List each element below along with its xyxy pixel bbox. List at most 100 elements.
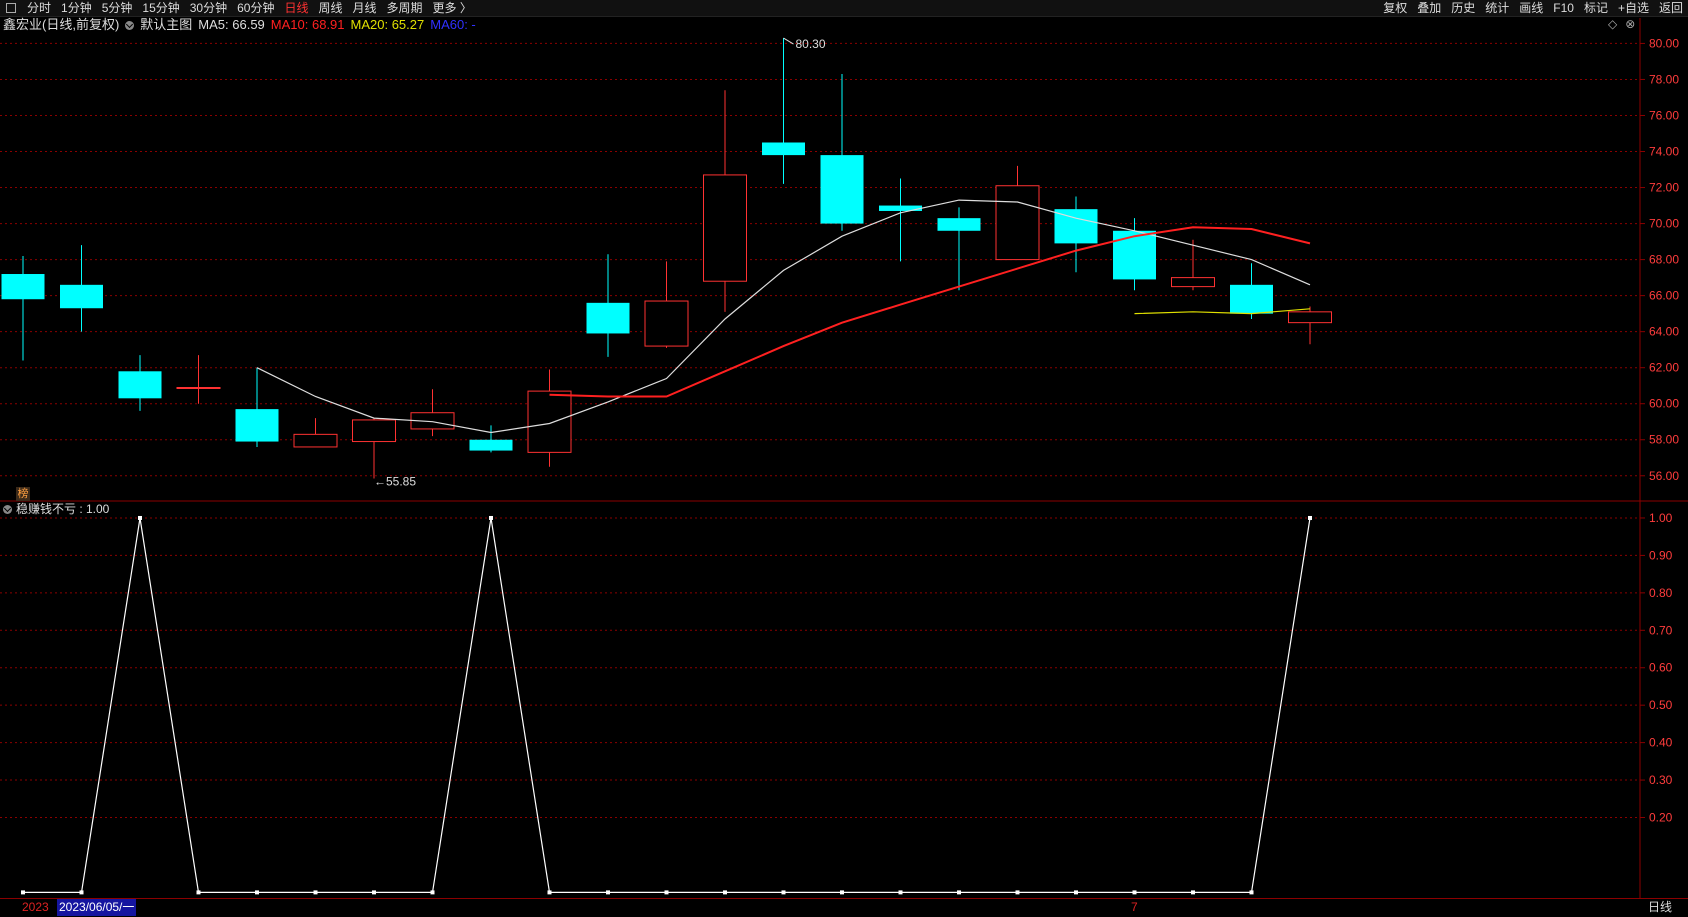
tab-7[interactable]: 周线: [313, 0, 347, 16]
candle-body-down: [879, 205, 922, 211]
ma5-label: MA5: 66.59: [198, 17, 265, 32]
candle-body-up: [1171, 277, 1215, 288]
indicator-point: [1015, 890, 1020, 895]
candle-body-down: [820, 155, 864, 224]
window-icon[interactable]: [6, 3, 16, 13]
indicator-y-tick-label: 0.30: [1649, 773, 1673, 787]
candle-body-up: [352, 419, 396, 443]
period-tabs: 分时 1分钟 5分钟 15分钟 30分钟 60分钟 日线 周线 月线 多周期 更多 〉: [0, 0, 477, 16]
indicator-point: [898, 890, 903, 895]
dropdown-circle-icon[interactable]: [125, 20, 135, 30]
main-y-tick-label: 76.00: [1649, 108, 1679, 122]
date-axis-bar: 2023 2023/06/05/一 7 日线: [0, 898, 1688, 917]
toolbar-button-3[interactable]: 统计: [1480, 0, 1514, 16]
indicator-y-tick-label: 0.80: [1649, 586, 1673, 600]
candle-body-down: [469, 439, 513, 451]
candle-body-down: [1230, 284, 1273, 314]
rank-badge[interactable]: 榜: [16, 487, 30, 501]
indicator-label[interactable]: 稳赚钱不亏 : 1.00: [16, 502, 109, 516]
candle-body-up: [703, 174, 747, 282]
indicator-point: [547, 890, 552, 895]
indicator-point: [957, 890, 961, 895]
top-toolbar: 分时 1分钟 5分钟 15分钟 30分钟 60分钟 日线 周线 月线 多周期 更多 〉 复权 叠加 历史…: [0, 0, 1688, 17]
indicator-point: [1132, 890, 1137, 895]
toolbar-button-2[interactable]: 历史: [1446, 0, 1480, 16]
indicator-point: [79, 890, 84, 895]
indicator-dropdown-icon[interactable]: [3, 504, 12, 514]
main-y-tick-label: 58.00: [1649, 433, 1679, 447]
candle-body-up: [293, 433, 338, 448]
toolbar-button-8[interactable]: 返回: [1654, 0, 1688, 16]
indicator-y-tick-label: 0.90: [1649, 548, 1673, 562]
toolbar-button-6[interactable]: 标记: [1579, 0, 1613, 16]
main-y-tick-label: 78.00: [1649, 72, 1679, 86]
toolbar-button-4[interactable]: 画线: [1514, 0, 1548, 16]
indicator-y-tick-label: 0.20: [1649, 811, 1673, 825]
ma60-label: MA60: -: [430, 17, 476, 32]
indicator-point: [138, 515, 142, 520]
ma5-line: [256, 199, 1311, 434]
candle-body-down: [235, 409, 279, 442]
tab-8[interactable]: 月线: [348, 0, 382, 16]
indicator-point: [1249, 890, 1254, 895]
indicator-point: [664, 890, 669, 895]
main-y-tick-label: 72.00: [1649, 181, 1679, 195]
tab-2[interactable]: 5分钟: [97, 0, 138, 16]
candle-body-down: [762, 142, 805, 156]
candle-body-down: [937, 218, 981, 231]
main-y-tick-label: 64.00: [1649, 325, 1679, 339]
candle-body-down: [1113, 230, 1156, 280]
indicator-point: [840, 890, 844, 895]
chart-canvas[interactable]: 80.00 78.00 76.00 74.00 72.00 70.00 68.00 66.00…: [0, 0, 1688, 916]
toolbar-button-7[interactable]: +自选: [1613, 0, 1654, 16]
template-label[interactable]: 默认主图: [140, 17, 192, 33]
indicator-point: [430, 890, 435, 895]
candle-body-up: [1288, 311, 1332, 324]
toolbar-button-1[interactable]: 叠加: [1412, 0, 1446, 16]
tab-0[interactable]: 分时: [22, 0, 56, 16]
ma20-label: MA20: 65.27: [350, 17, 425, 32]
tab-6[interactable]: 日线: [279, 0, 313, 16]
chart-controls: ◇ ⊗: [1600, 17, 1635, 31]
high-label: 80.30: [796, 37, 826, 51]
close-circle-icon[interactable]: ⊗: [1625, 17, 1635, 31]
indicator-point: [1308, 515, 1312, 520]
month-mark: 7: [1131, 900, 1138, 914]
year-label: 2023: [22, 900, 49, 914]
indicator-point: [489, 515, 493, 520]
main-y-tick-label: 62.00: [1649, 361, 1679, 375]
indicator-y-tick-label: 0.70: [1649, 623, 1673, 637]
main-y-tick-label: 74.00: [1649, 145, 1679, 159]
ma10-label: MA10: 68.91: [270, 17, 345, 32]
diamond-icon[interactable]: ◇: [1608, 17, 1617, 31]
tab-4[interactable]: 30分钟: [185, 0, 232, 16]
period-label[interactable]: 日线: [1648, 899, 1672, 916]
indicator-point: [255, 890, 259, 895]
indicator-point: [21, 890, 25, 895]
tab-10[interactable]: 更多 〉: [428, 0, 477, 16]
tab-3[interactable]: 15分钟: [137, 0, 184, 16]
candle-body-up: [995, 185, 1040, 261]
main-y-tick-label: 68.00: [1649, 253, 1679, 267]
main-y-tick-label: 80.00: [1649, 36, 1679, 50]
tab-5[interactable]: 60分钟: [232, 0, 279, 16]
main-y-tick-label: 70.00: [1649, 217, 1679, 231]
toolbar-buttons: 复权 叠加 历史 统计 画线 F10 标记 +自选 返回: [1378, 0, 1688, 16]
tab-1[interactable]: 1分钟: [56, 0, 97, 16]
stock-title: 鑫宏业(日线,前复权): [3, 17, 120, 32]
indicator-point: [372, 890, 376, 895]
indicator-y-tick-label: 0.60: [1649, 661, 1673, 675]
indicator-point: [313, 890, 318, 895]
candle-body-down: [118, 371, 162, 399]
candle-body-up: [176, 387, 221, 390]
selected-date: 2023/06/05/一: [57, 899, 137, 916]
indicator-point: [196, 890, 201, 895]
main-y-tick-label: 56.00: [1649, 469, 1679, 483]
low-label: ←55.85: [374, 474, 416, 488]
tab-9[interactable]: 多周期: [382, 0, 428, 16]
candle-body-down: [586, 302, 630, 334]
indicator-header: 稳赚钱不亏 : 1.00: [3, 502, 109, 516]
ma20-line: [1134, 308, 1311, 315]
toolbar-button-0[interactable]: 复权: [1378, 0, 1412, 16]
toolbar-button-5[interactable]: F10: [1548, 0, 1579, 16]
